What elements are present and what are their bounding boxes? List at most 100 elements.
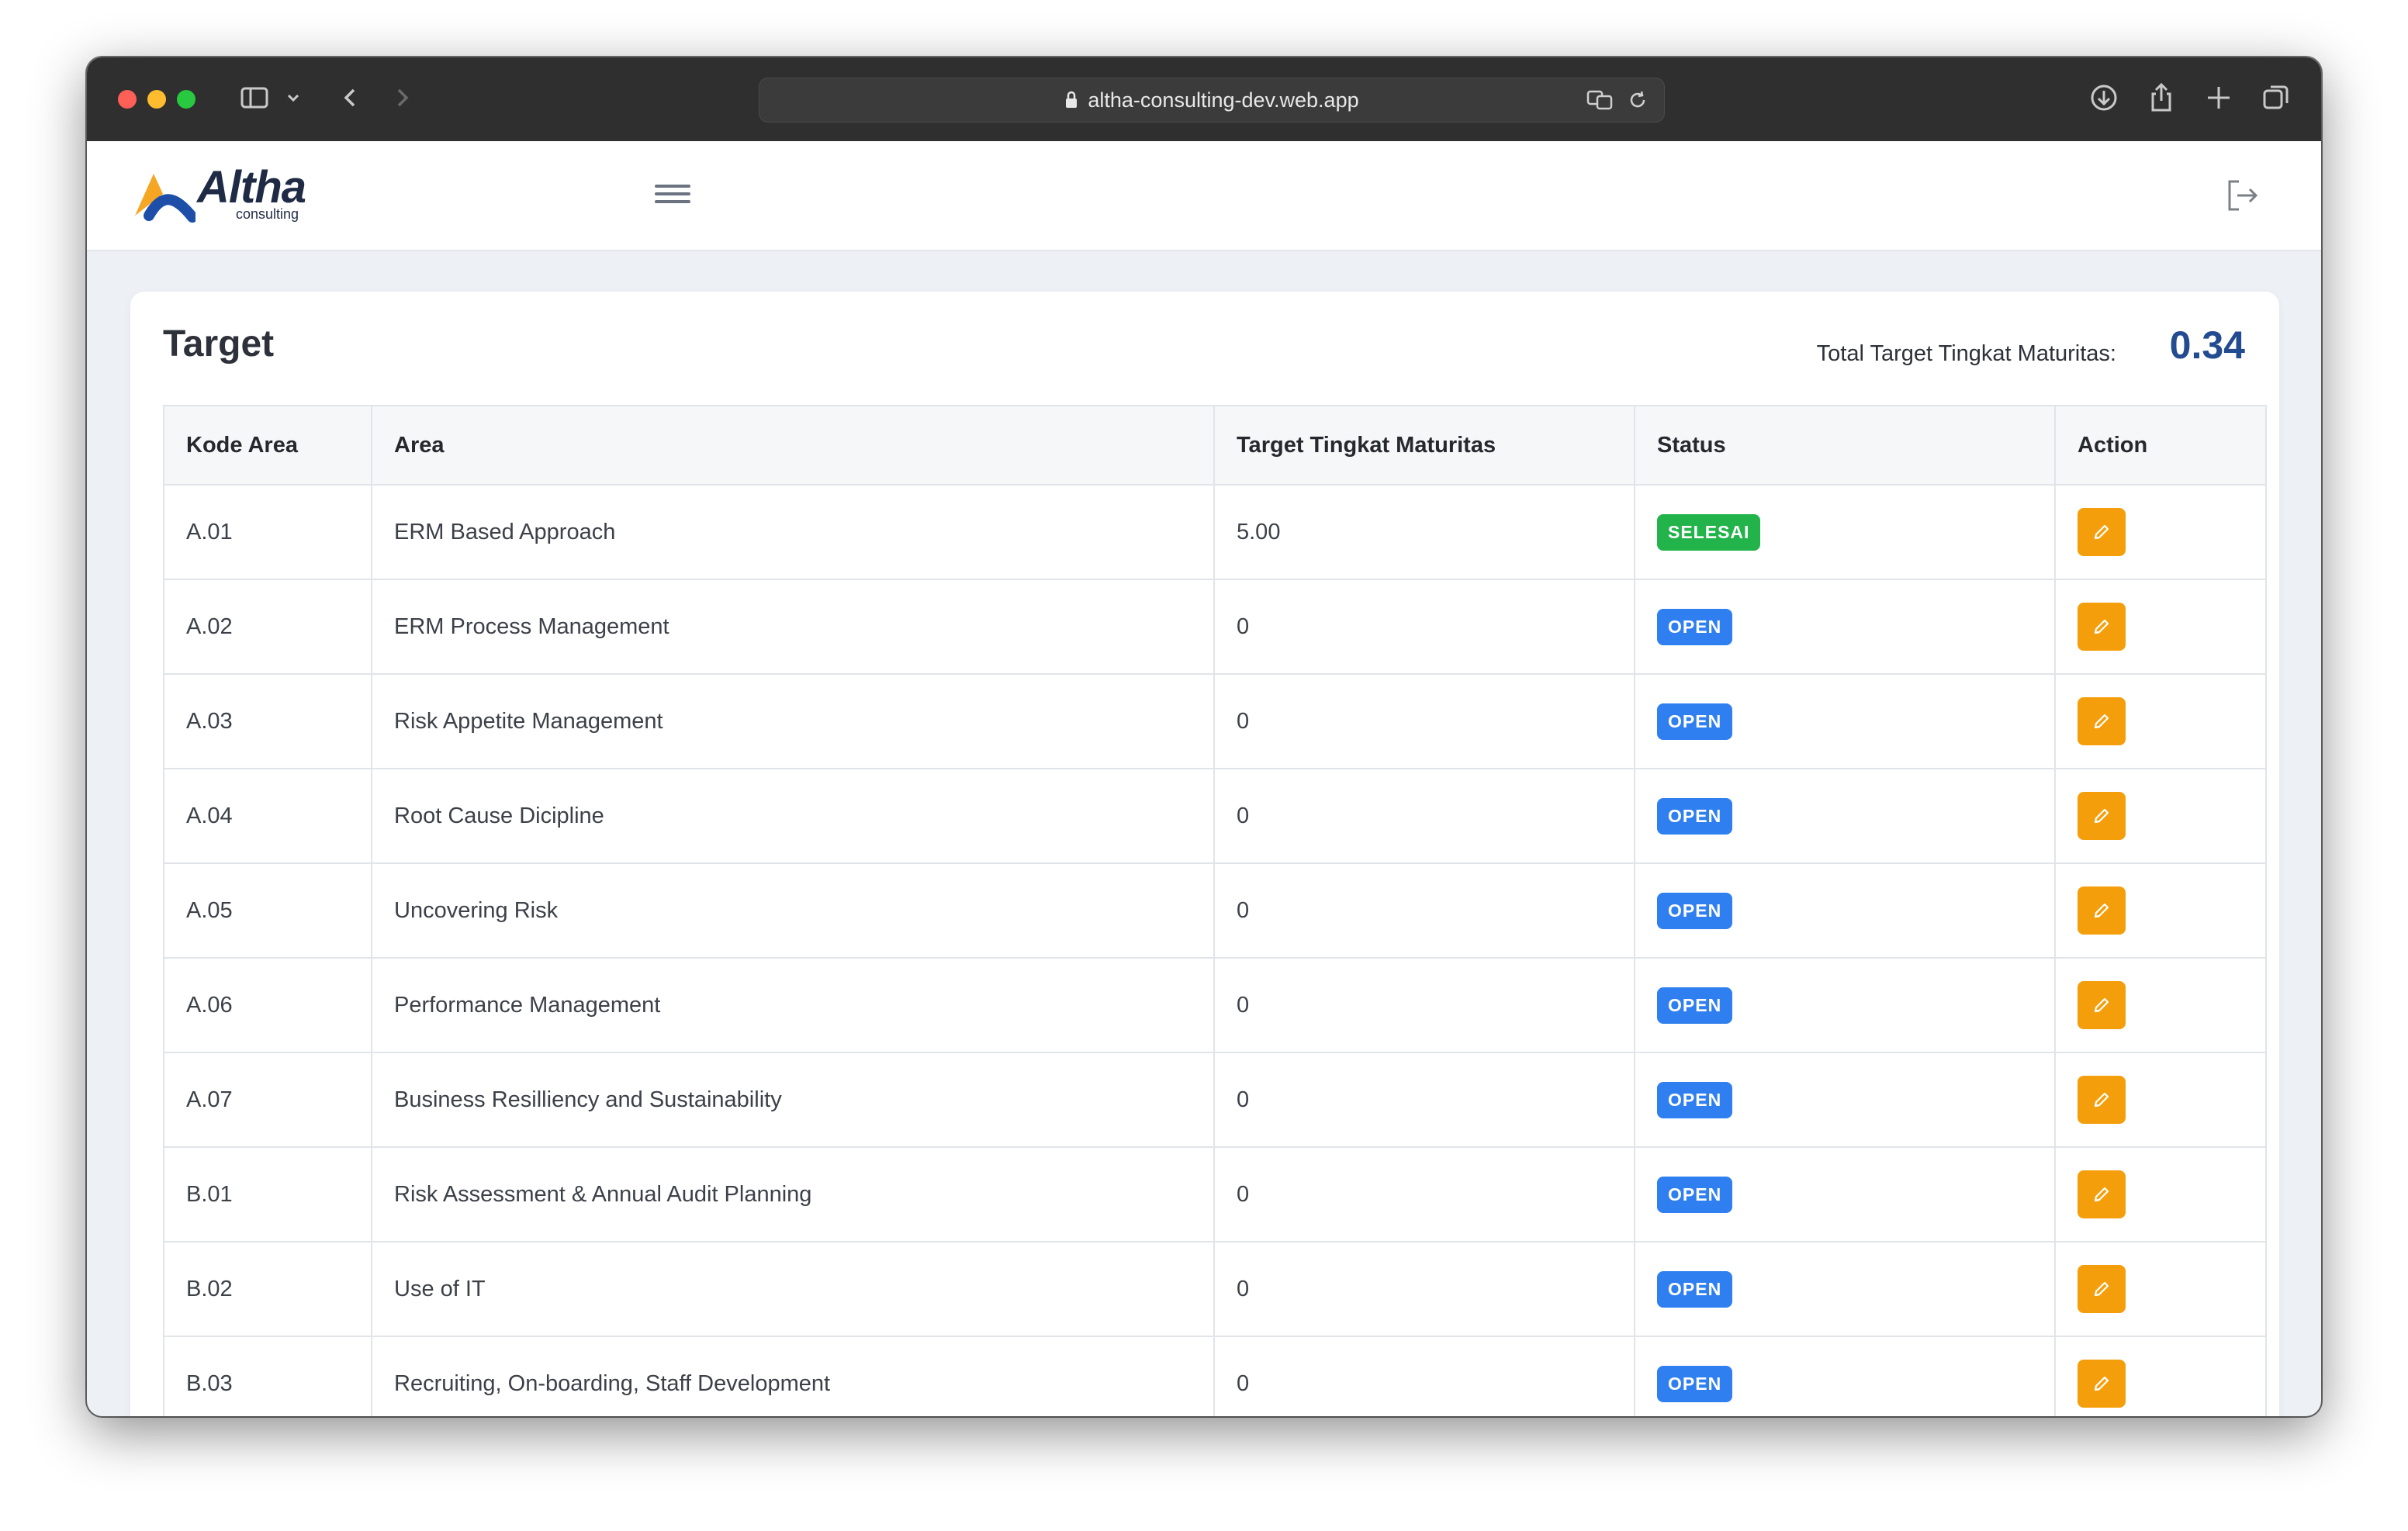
new-tab-icon[interactable] (2203, 82, 2234, 113)
target-cell: 0 (1213, 957, 1635, 1053)
status-cell: SELESAI (1634, 484, 2056, 580)
area-cell: ERM Based Approach (371, 484, 1215, 580)
pencil-icon (2091, 521, 2112, 543)
edit-button[interactable] (2078, 697, 2126, 745)
area-cell: Use of IT (371, 1241, 1215, 1337)
pencil-icon (2091, 900, 2112, 921)
close-window-button[interactable] (118, 90, 137, 109)
chevron-down-icon[interactable] (284, 82, 303, 113)
edit-button[interactable] (2078, 1170, 2126, 1218)
browser-toolbar: altha-consulting-dev.web.app (87, 57, 2321, 141)
page-title: Target (163, 323, 275, 365)
logo-text: Altha (197, 162, 306, 213)
area-cell: Risk Appetite Management (371, 673, 1215, 769)
table-row: A.05 Uncovering Risk 0 OPEN (163, 862, 2267, 959)
target-cell: 0 (1213, 1052, 1635, 1148)
table-row: A.04 Root Cause Dicipline 0 OPEN (163, 768, 2267, 864)
table-row: A.03 Risk Appetite Management 0 OPEN (163, 673, 2267, 769)
pencil-icon (2091, 1373, 2112, 1394)
table-row: B.01 Risk Assessment & Annual Audit Plann… (163, 1146, 2267, 1242)
pencil-icon (2091, 1278, 2112, 1300)
table-header-row: Kode Area Area Target Tingkat Maturitas … (163, 405, 2267, 486)
status-cell: OPEN (1634, 579, 2056, 675)
share-icon[interactable] (2146, 82, 2177, 113)
column-header-area[interactable]: Area (371, 405, 1215, 486)
lock-icon (1064, 91, 1078, 109)
kode-area-cell: A.07 (163, 1052, 372, 1148)
action-cell (2054, 862, 2267, 959)
edit-button[interactable] (2078, 603, 2126, 651)
reload-icon[interactable] (1627, 89, 1649, 116)
edit-button[interactable] (2078, 792, 2126, 840)
sidebar-toggle-icon[interactable] (239, 82, 270, 113)
pencil-icon (2091, 616, 2112, 638)
action-cell (2054, 1052, 2267, 1148)
forward-arrow-icon[interactable] (391, 82, 414, 113)
altha-logo[interactable]: Altha consulting (130, 162, 317, 228)
status-badge: OPEN (1657, 987, 1733, 1024)
target-cell: 0 (1213, 1241, 1635, 1337)
area-cell: Recruiting, On-boarding, Staff Developme… (371, 1336, 1215, 1416)
status-badge: OPEN (1657, 1176, 1733, 1213)
area-cell: Performance Management (371, 957, 1215, 1053)
tab-overview-icon[interactable] (2261, 82, 2292, 113)
address-bar[interactable]: altha-consulting-dev.web.app (759, 78, 1665, 123)
minimize-window-button[interactable] (147, 90, 166, 109)
area-cell: Uncovering Risk (371, 862, 1215, 959)
status-badge: OPEN (1657, 892, 1733, 929)
target-cell: 0 (1213, 1336, 1635, 1416)
column-header-kode-area[interactable]: Kode Area (163, 405, 372, 486)
column-header-action: Action (2054, 405, 2267, 486)
translate-icon[interactable] (1586, 89, 1613, 116)
area-cell: ERM Process Management (371, 579, 1215, 675)
table-row: A.01 ERM Based Approach 5.00 SELESAI (163, 484, 2267, 580)
edit-button[interactable] (2078, 1265, 2126, 1313)
back-arrow-icon[interactable] (338, 82, 362, 113)
table-row: A.06 Performance Management 0 OPEN (163, 957, 2267, 1053)
column-header-status[interactable]: Status (1634, 405, 2056, 486)
column-header-target[interactable]: Target Tingkat Maturitas (1213, 405, 1635, 486)
status-cell: OPEN (1634, 1241, 2056, 1337)
target-cell: 0 (1213, 673, 1635, 769)
table-row: A.07 Business Resilliency and Sustainabil… (163, 1052, 2267, 1148)
edit-button[interactable] (2078, 1360, 2126, 1408)
kode-area-cell: A.06 (163, 957, 372, 1053)
action-cell (2054, 1146, 2267, 1242)
kode-area-cell: B.03 (163, 1336, 372, 1416)
download-icon[interactable] (2088, 82, 2119, 113)
edit-button[interactable] (2078, 886, 2126, 935)
pencil-icon (2091, 1089, 2112, 1111)
target-cell: 0 (1213, 768, 1635, 864)
maximize-window-button[interactable] (177, 90, 195, 109)
kode-area-cell: A.05 (163, 862, 372, 959)
total-target-label: Total Target Tingkat Maturitas: (1816, 341, 2116, 366)
status-badge: OPEN (1657, 703, 1733, 740)
pencil-icon (2091, 1184, 2112, 1205)
kode-area-cell: A.02 (163, 579, 372, 675)
status-badge: OPEN (1657, 608, 1733, 645)
action-cell (2054, 673, 2267, 769)
menu-toggle-icon[interactable] (655, 180, 690, 211)
action-cell (2054, 1241, 2267, 1337)
logout-icon[interactable] (2222, 175, 2262, 216)
area-cell: Root Cause Dicipline (371, 768, 1215, 864)
kode-area-cell: A.04 (163, 768, 372, 864)
target-table: Kode Area Area Target Tingkat Maturitas … (163, 405, 2267, 1416)
target-cell: 5.00 (1213, 484, 1635, 580)
kode-area-cell: A.03 (163, 673, 372, 769)
status-cell: OPEN (1634, 862, 2056, 959)
pencil-icon (2091, 710, 2112, 732)
action-cell (2054, 1336, 2267, 1416)
edit-button[interactable] (2078, 508, 2126, 556)
kode-area-cell: A.01 (163, 484, 372, 580)
target-cell: 0 (1213, 862, 1635, 959)
status-cell: OPEN (1634, 1052, 2056, 1148)
edit-button[interactable] (2078, 981, 2126, 1029)
status-cell: OPEN (1634, 1336, 2056, 1416)
table-row: B.03 Recruiting, On-boarding, Staff Devel… (163, 1336, 2267, 1416)
status-badge: SELESAI (1657, 513, 1761, 551)
pencil-icon (2091, 805, 2112, 827)
status-cell: OPEN (1634, 957, 2056, 1053)
action-cell (2054, 579, 2267, 675)
edit-button[interactable] (2078, 1076, 2126, 1124)
